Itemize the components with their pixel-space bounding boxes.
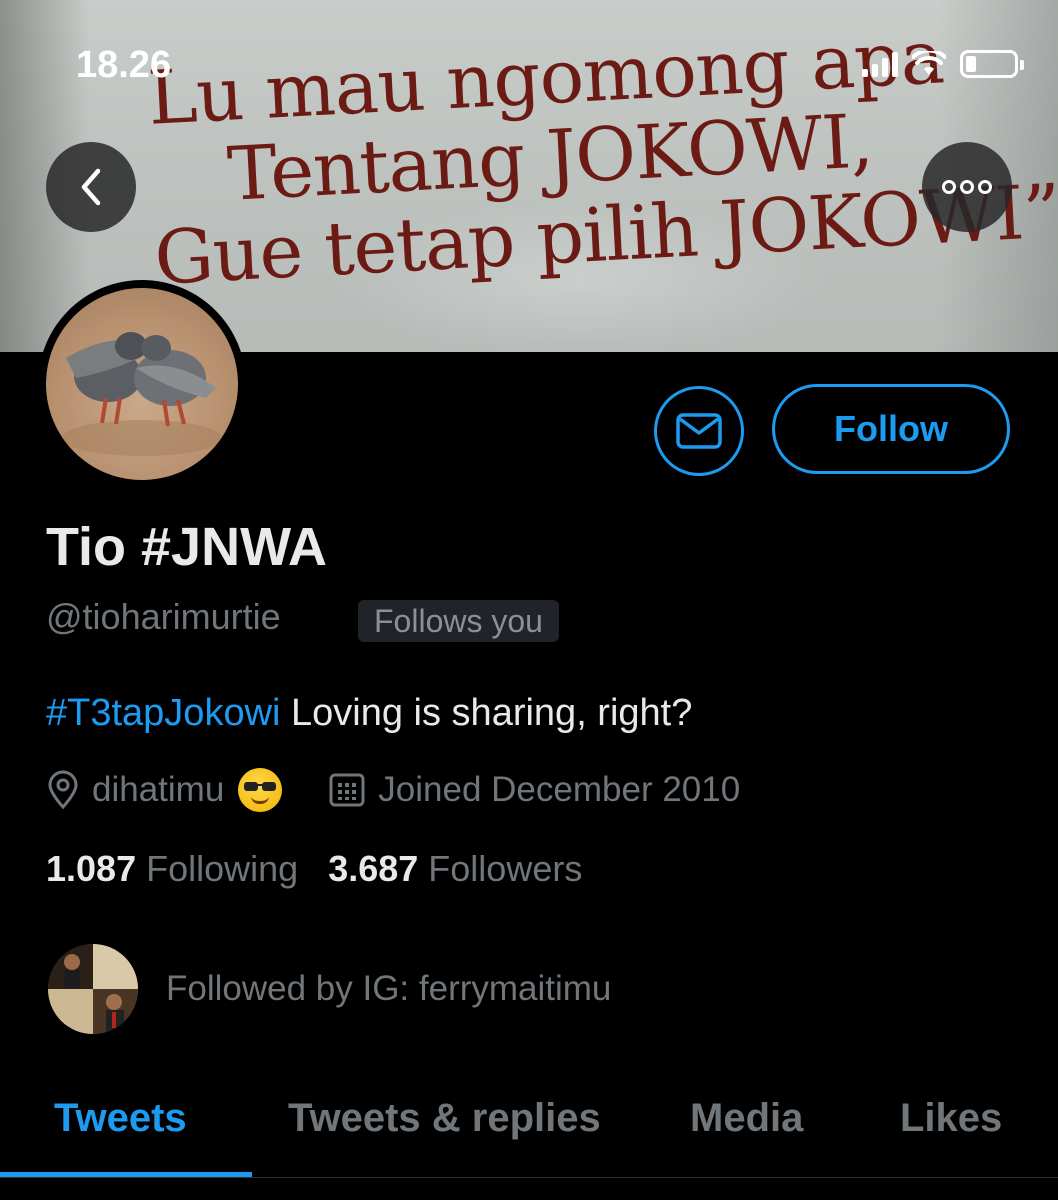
calendar-icon [329,773,365,807]
chevron-left-icon [81,168,101,206]
status-time: 18.26 [76,44,172,86]
sunglasses-emoji [238,768,283,812]
followed-by-avatar[interactable] [48,944,138,1034]
bio: #T3tapJokowi Loving is sharing, right? [46,692,692,735]
tab-likes[interactable]: Likes [900,1096,1002,1141]
following-count: 1.087 [46,848,137,889]
profile-meta: dihatimu Joined December 2010 [46,766,740,814]
handle: @tioharimurtie [46,596,281,637]
followed-by-avatar-image [48,944,138,1034]
location-pin-icon [48,770,78,810]
follow-button[interactable]: Follow [772,384,1010,474]
display-name: Tio #JNWA [46,517,328,577]
followed-by-text: Followed by IG: ferrymaitimu [166,969,612,1008]
tab-tweets-and-replies[interactable]: Tweets & replies [288,1096,601,1141]
more-horizontal-icon [942,180,992,194]
location-text: dihatimu [92,770,225,809]
status-icons [862,50,1024,78]
location: dihatimu [46,768,283,812]
followers-count: 3.687 [328,848,419,889]
tab-media[interactable]: Media [690,1096,803,1141]
wifi-icon [912,51,946,75]
follow-stats: 1.087 Following 3.687 Followers [46,848,582,890]
followers-stat[interactable]: 3.687 Followers [328,848,582,890]
bio-hashtag-link[interactable]: #T3tapJokowi [46,692,280,734]
follows-you-badge: Follows you [358,600,559,642]
tabs-divider [0,1177,1058,1178]
bio-text: Loving is sharing, right? [280,692,693,734]
mail-icon [676,413,722,449]
signal-icon [862,51,898,77]
followers-label: Followers [428,848,583,889]
following-label: Following [146,848,299,889]
profile-avatar-frame[interactable] [38,280,246,488]
following-stat[interactable]: 1.087 Following [46,848,298,890]
back-button[interactable] [46,142,136,232]
followed-by-row[interactable]: Followed by IG: ferrymaitimu [48,944,611,1034]
tab-tweets[interactable]: Tweets [54,1096,187,1141]
profile-tabs: Tweets Tweets & replies Media Likes [0,1080,1058,1180]
battery-icon [960,50,1024,78]
join-date: Joined December 2010 [328,770,740,810]
avatar[interactable] [46,288,238,480]
message-button[interactable] [654,386,744,476]
more-button[interactable] [922,142,1012,232]
banner-shirt-text: Lu mau ngomong apa Tentang JOKOWI, Gue t… [144,14,1058,301]
joined-text: Joined December 2010 [378,770,741,809]
avatar-birds-image [62,332,222,456]
